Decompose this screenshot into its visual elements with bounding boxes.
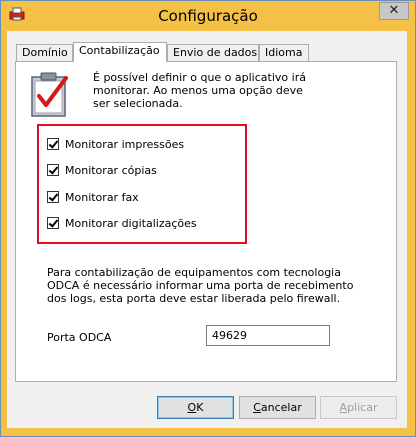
intro-text: É possível definir o que o aplicativo ir…	[93, 71, 306, 110]
tab-dominio[interactable]: Domínio	[16, 44, 73, 61]
option-monitorar-impressoes[interactable]: Monitorar impressões	[47, 137, 184, 151]
option-label: Monitorar digitalizações	[65, 216, 197, 230]
odca-info-text: Para contabilização de equipamentos com …	[47, 266, 354, 305]
option-monitorar-fax[interactable]: Monitorar fax	[47, 190, 139, 204]
tab-label: Idioma	[265, 46, 303, 59]
porta-odca-input[interactable]: 49629	[206, 325, 330, 346]
tab-contabilizacao[interactable]: Contabilização	[73, 42, 167, 62]
apply-mnemonic: A	[339, 401, 348, 414]
ok-mnemonic: O	[187, 401, 197, 414]
checkbox-checked[interactable]	[47, 164, 59, 176]
checklist-clipboard-icon	[29, 72, 69, 118]
tab-label: Contabilização	[79, 44, 160, 57]
ok-label-rest: K	[196, 401, 204, 414]
checkbox-checked[interactable]	[47, 191, 59, 203]
tab-label: Domínio	[22, 46, 68, 59]
option-label: Monitorar cópias	[65, 163, 157, 177]
option-label: Monitorar impressões	[65, 137, 185, 151]
close-button[interactable]: ✕	[379, 2, 409, 20]
option-label: Monitorar fax	[65, 190, 139, 204]
tab-idioma[interactable]: Idioma	[259, 44, 309, 61]
checkbox-checked[interactable]	[47, 138, 59, 150]
option-monitorar-copias[interactable]: Monitorar cópias	[47, 163, 157, 177]
close-icon: ✕	[388, 3, 400, 18]
tab-envio-de-dados[interactable]: Envio de dados	[167, 44, 259, 61]
cancel-button[interactable]: Cancelar	[239, 396, 316, 419]
porta-odca-label: Porta ODCA	[47, 331, 112, 344]
title-bar[interactable]: Configuração ✕	[1, 1, 415, 31]
option-monitorar-digitalizacoes[interactable]: Monitorar digitalizações	[47, 216, 197, 230]
cancel-label-rest: ancelar	[260, 401, 302, 414]
ok-button[interactable]: OK	[157, 396, 234, 419]
window-title: Configuração	[158, 7, 258, 25]
apply-label-rest: plicar	[347, 401, 378, 414]
cancel-mnemonic: C	[253, 401, 261, 414]
tab-label: Envio de dados	[173, 46, 258, 59]
apply-button[interactable]: Aplicar	[320, 396, 397, 419]
checkbox-checked[interactable]	[47, 217, 59, 229]
